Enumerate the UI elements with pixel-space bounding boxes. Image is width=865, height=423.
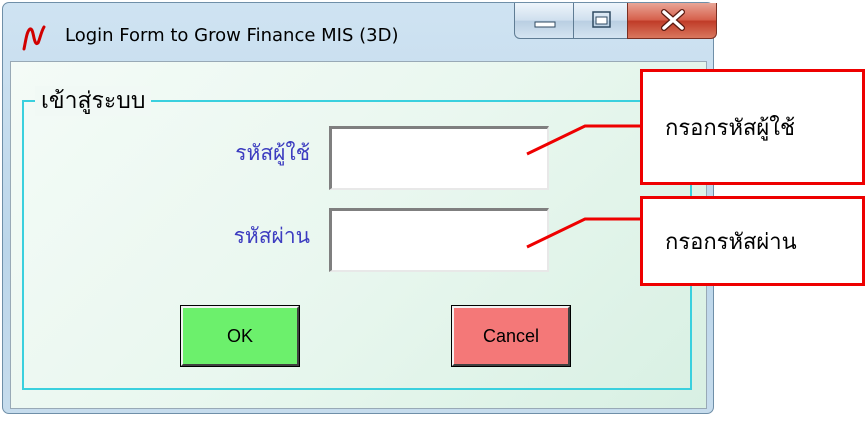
password-leader-line (526, 217, 642, 249)
username-callout-text: กรอกรหัสผู้ใช้ (665, 115, 795, 141)
password-callout-text: กรอกรหัสผ่าน (665, 229, 797, 255)
username-callout: กรอกรหัสผู้ใช้ (640, 69, 865, 185)
username-leader-line (526, 124, 642, 156)
password-callout: กรอกรหัสผ่าน (640, 196, 865, 286)
